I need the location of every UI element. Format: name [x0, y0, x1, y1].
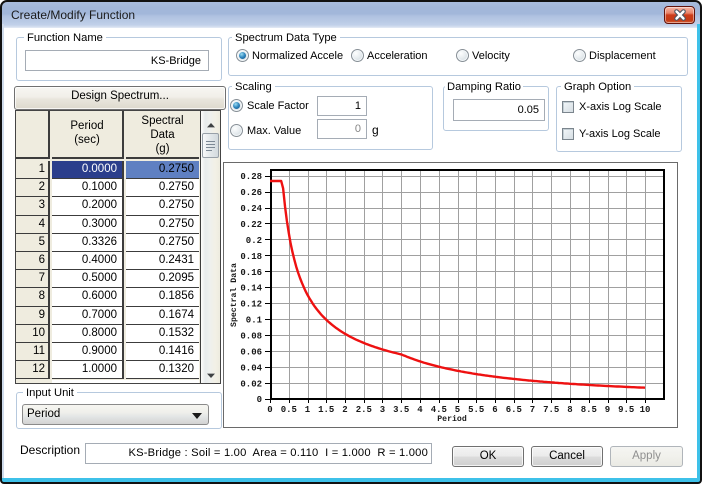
svg-text:0.12: 0.12: [240, 300, 262, 310]
svg-text:6.5: 6.5: [506, 405, 522, 415]
svg-text:6: 6: [492, 405, 497, 415]
svg-text:0.28: 0.28: [240, 172, 262, 182]
svg-text:7: 7: [530, 405, 535, 415]
svg-text:2.5: 2.5: [356, 405, 372, 415]
svg-text:0.18: 0.18: [240, 252, 262, 262]
svg-text:0: 0: [267, 405, 272, 415]
svg-text:9: 9: [605, 405, 610, 415]
svg-text:4: 4: [417, 405, 423, 415]
svg-text:2: 2: [342, 405, 347, 415]
svg-text:1.5: 1.5: [318, 405, 334, 415]
svg-text:5.5: 5.5: [468, 405, 484, 415]
svg-text:Spectral Data: Spectral Data: [229, 263, 239, 327]
svg-text:0.26: 0.26: [240, 188, 262, 198]
svg-text:4.5: 4.5: [431, 405, 447, 415]
svg-text:10: 10: [640, 405, 651, 415]
svg-text:0.24: 0.24: [240, 204, 262, 214]
svg-text:Period: Period: [437, 414, 467, 424]
svg-text:0.06: 0.06: [240, 347, 262, 357]
svg-text:8: 8: [567, 405, 572, 415]
svg-text:9.5: 9.5: [618, 405, 634, 415]
svg-text:3.5: 3.5: [393, 405, 409, 415]
svg-text:0.1: 0.1: [246, 316, 263, 326]
svg-text:0.04: 0.04: [240, 363, 262, 373]
svg-text:0.16: 0.16: [240, 268, 262, 278]
svg-text:5: 5: [455, 405, 460, 415]
svg-text:0.02: 0.02: [240, 379, 262, 389]
svg-text:0.14: 0.14: [240, 284, 262, 294]
svg-text:1: 1: [305, 405, 311, 415]
svg-text:3: 3: [380, 405, 385, 415]
svg-text:0.22: 0.22: [240, 220, 262, 230]
svg-text:0: 0: [257, 395, 262, 405]
svg-text:7.5: 7.5: [543, 405, 559, 415]
svg-text:0.2: 0.2: [246, 236, 262, 246]
svg-text:8.5: 8.5: [581, 405, 597, 415]
svg-text:0.08: 0.08: [240, 332, 262, 342]
svg-text:0.5: 0.5: [281, 405, 297, 415]
